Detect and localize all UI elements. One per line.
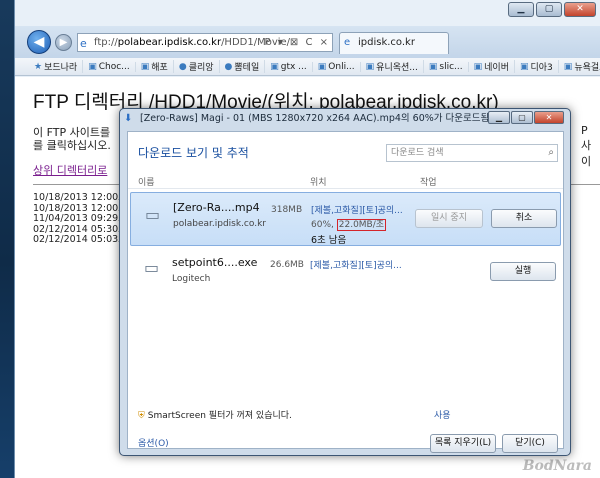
forward-arrow-icon: ▶ bbox=[59, 37, 68, 48]
favorite-label: 클리앙 bbox=[188, 63, 214, 73]
address-host: polabear.ipdisk.co.kr bbox=[117, 37, 222, 48]
dialog-heading: 다운로드 보기 및 추적 bbox=[138, 146, 249, 160]
smartscreen-notice: ⛨ SmartScreen 필터가 꺼져 있습니다. bbox=[138, 408, 292, 421]
clear-list-button[interactable]: 목록 지우기(L) bbox=[430, 434, 496, 453]
favorite-item[interactable]: ★ 보드나라 bbox=[29, 60, 84, 73]
download-filename: setpoint6....exe bbox=[172, 256, 258, 269]
address-tools[interactable]: P ▾ ⊠ C × bbox=[264, 34, 330, 51]
exe-file-icon: ▭ bbox=[144, 258, 160, 277]
favorite-label: 네이버 bbox=[484, 63, 509, 73]
shield-warning-icon: ⛨ bbox=[138, 411, 145, 421]
download-speed: 22.0MB/초 bbox=[336, 219, 387, 231]
smartscreen-text: SmartScreen 필터가 꺼져 있습니다. bbox=[147, 411, 292, 421]
favorite-label: 뉴욕걸즈 bbox=[574, 63, 600, 73]
options-link[interactable]: 옵션(O) bbox=[138, 436, 169, 449]
address-bar[interactable]: e ftp://polabear.ipdisk.co.kr/HDD1/Movie… bbox=[77, 33, 333, 52]
search-icon[interactable]: ⌕ bbox=[548, 145, 554, 161]
favorite-item[interactable]: ▣ 해포 bbox=[136, 60, 174, 73]
download-dialog: ⬇ [Zero-Raws] Magi - 01 (MBS 1280x720 x2… bbox=[119, 108, 571, 456]
column-headers: 이름 위치 작업 bbox=[128, 175, 563, 189]
download-location-link[interactable]: [제볼,고화질][토]공의... bbox=[311, 203, 403, 216]
column-header-location: 위치 bbox=[310, 178, 327, 188]
dialog-close-button[interactable]: ✕ bbox=[534, 111, 564, 124]
tab-title: ipdisk.co.kr bbox=[358, 37, 415, 48]
favorite-item[interactable]: ▣ 디아3 bbox=[515, 60, 559, 73]
back-button[interactable]: ◀ bbox=[27, 30, 51, 54]
close-dialog-button[interactable]: 닫기(C) bbox=[502, 434, 558, 453]
column-header-name: 이름 bbox=[138, 178, 155, 188]
download-location-link[interactable]: [제볼,고화질][토]공의... bbox=[310, 258, 402, 271]
page-icon: ▣ bbox=[270, 61, 279, 72]
site-icon: ● bbox=[224, 61, 233, 72]
download-publisher: Logitech bbox=[172, 274, 211, 284]
site-icon: ● bbox=[178, 61, 187, 72]
favorite-item[interactable]: ▣ Onli... bbox=[313, 61, 361, 72]
favorite-label: 디아3 bbox=[530, 63, 553, 73]
file-icon: ▭ bbox=[145, 205, 161, 224]
favorites-bar: ★ 보드나라 ▣ Choc... ▣ 해포 ● 클리앙 ● 뽐테일 ▣ gtx ... ▣ O… bbox=[15, 58, 600, 76]
favorite-label: Choc... bbox=[98, 61, 130, 72]
cancel-button[interactable]: 취소 bbox=[491, 209, 557, 228]
favorite-label: slic... bbox=[439, 61, 463, 72]
download-publisher: polabear.ipdisk.co.kr bbox=[173, 219, 266, 229]
download-row[interactable]: ▭ setpoint6....exe Logitech 26.6MB [제볼,고… bbox=[130, 248, 561, 302]
run-button[interactable]: 실행 bbox=[490, 262, 556, 281]
page-icon: ▣ bbox=[519, 61, 529, 72]
favorite-label: 해포 bbox=[151, 63, 168, 73]
download-search-input[interactable]: 다운로드 검색 ⌕ bbox=[386, 144, 558, 162]
page-icon: ▣ bbox=[365, 61, 375, 72]
page-icon: ▣ bbox=[140, 61, 150, 72]
download-progress: 60%, 22.0MB/초 bbox=[311, 217, 387, 231]
favorite-item[interactable]: ▣뉴욕걸즈 bbox=[559, 60, 600, 74]
search-placeholder: 다운로드 검색 bbox=[391, 148, 444, 158]
navigation-bar: ◀ ▶ e ftp://polabear.ipdisk.co.kr/HDD1/M… bbox=[15, 26, 600, 58]
dialog-title: [Zero-Raws] Magi - 01 (MBS 1280x720 x264… bbox=[140, 113, 490, 124]
favorite-label: 뽐테일 bbox=[234, 63, 260, 73]
favorite-item[interactable]: ▣ 네이버 bbox=[469, 60, 515, 73]
page-icon: ▣ bbox=[563, 61, 573, 72]
enable-smartscreen-link[interactable]: 사용 bbox=[434, 408, 451, 421]
favorite-item[interactable]: ▣ slic... bbox=[424, 61, 469, 72]
back-arrow-icon: ◀ bbox=[33, 34, 45, 50]
favorite-label: Onli... bbox=[328, 61, 355, 72]
watermark: BodNara bbox=[522, 458, 592, 474]
ie-logo-icon: e bbox=[80, 37, 87, 50]
pause-button[interactable]: 일시 중지 bbox=[415, 209, 483, 228]
download-row[interactable]: ▭ [Zero-Ra....mp4 polabear.ipdisk.co.kr … bbox=[130, 192, 561, 246]
favorite-item[interactable]: ● 뽐테일 bbox=[220, 60, 266, 73]
page-icon: ▣ bbox=[88, 61, 97, 72]
address-prefix: ftp:// bbox=[94, 37, 118, 48]
maximize-button[interactable]: ▢ bbox=[536, 2, 562, 17]
favorite-item[interactable]: ▣ 유니옥션... bbox=[361, 60, 424, 73]
download-icon: ⬇ bbox=[124, 113, 133, 124]
favorite-label: 유니옥션... bbox=[376, 63, 418, 73]
ie-tab-icon: e bbox=[344, 37, 351, 48]
dialog-minimize-button[interactable]: ▁ bbox=[488, 111, 510, 124]
column-header-action: 작업 bbox=[420, 178, 437, 188]
forward-button[interactable]: ▶ bbox=[55, 34, 72, 51]
favorite-label: 보드나라 bbox=[44, 63, 78, 73]
time-remaining: 6초 남음 bbox=[311, 235, 347, 246]
dialog-window-controls: ▁ ▢ ✕ bbox=[488, 111, 564, 124]
download-size: 318MB bbox=[271, 205, 303, 215]
page-icon: ▣ bbox=[317, 61, 327, 72]
download-filename: [Zero-Ra....mp4 bbox=[173, 201, 260, 214]
dialog-body: 다운로드 보기 및 추적 다운로드 검색 ⌕ 이름 위치 작업 ▭ [Zero-… bbox=[127, 131, 564, 453]
description-right: P 사이 bbox=[581, 124, 592, 168]
page-icon: ▣ bbox=[473, 61, 483, 72]
tab-ipdisk[interactable]: e ipdisk.co.kr bbox=[339, 32, 449, 54]
download-size: 26.6MB bbox=[270, 260, 304, 270]
dialog-footer: 옵션(O) 목록 지우기(L) 닫기(C) bbox=[128, 430, 563, 453]
page-icon: ▣ bbox=[428, 61, 438, 72]
dialog-maximize-button[interactable]: ▢ bbox=[511, 111, 533, 124]
close-button[interactable]: ✕ bbox=[564, 2, 596, 17]
favorite-item[interactable]: ● 클리앙 bbox=[174, 60, 220, 73]
minimize-button[interactable]: ▁ bbox=[508, 2, 534, 17]
star-icon: ★ bbox=[34, 61, 43, 72]
favorite-item[interactable]: ▣ gtx ... bbox=[265, 61, 313, 72]
favorite-label: gtx ... bbox=[280, 61, 307, 72]
favorite-item[interactable]: ▣ Choc... bbox=[83, 61, 136, 72]
progress-percent: 60%, bbox=[311, 220, 334, 230]
browser-window-controls: ▁ ▢ ✕ bbox=[508, 2, 596, 17]
